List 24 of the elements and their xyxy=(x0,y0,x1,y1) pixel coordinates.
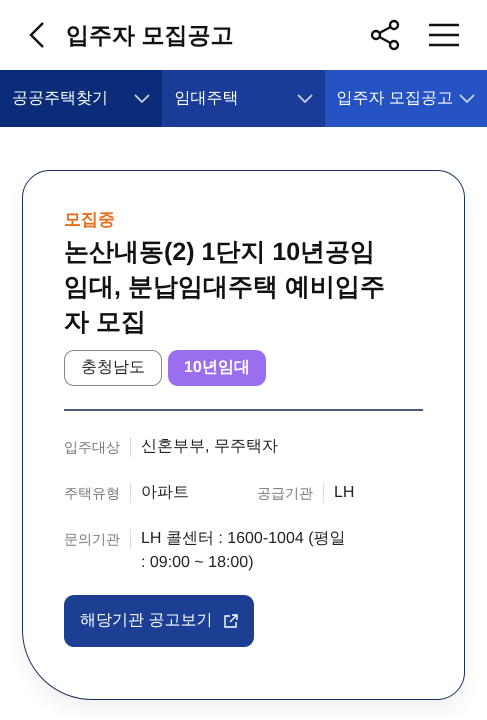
share-icon[interactable] xyxy=(369,19,401,51)
breadcrumb-dropdown[interactable]: 공공주택찾기 xyxy=(0,70,162,127)
info-label: 문의기관 xyxy=(64,529,131,549)
chevron-down-icon xyxy=(296,94,313,104)
menu-icon[interactable] xyxy=(429,23,459,47)
view-notice-button[interactable]: 해당기관 공고보기 xyxy=(64,595,254,647)
external-link-icon xyxy=(224,614,238,628)
chevron-down-icon xyxy=(458,94,475,104)
breadcrumb-dropdown[interactable]: 임대주택 xyxy=(162,70,325,127)
info-label: 주택유형 xyxy=(64,483,131,503)
info-value: LH xyxy=(333,483,356,503)
info-label: 공급기관 xyxy=(257,483,324,503)
info-value: 신혼부부, 무주택자 xyxy=(140,437,279,457)
info-value: 아파트 xyxy=(140,483,190,503)
info-value: LH 콜센터 : 1600-1004 (평일 : 09:00 ~ 18:00) xyxy=(140,529,347,573)
info-label: 입주대상 xyxy=(64,437,131,457)
back-button[interactable] xyxy=(28,21,46,49)
chevron-down-icon xyxy=(134,94,150,104)
status-label: 모집중 xyxy=(64,209,116,231)
region-tag: 10년임대 xyxy=(168,350,266,386)
breadcrumb-dropdown[interactable]: 입주자 모집공고 xyxy=(324,70,487,127)
notice-title: 논산내동(2) 1단지 10년공임임대, 분납임대주택 예비입주자 모집 xyxy=(64,237,386,338)
region-tag: 충청남도 xyxy=(64,350,162,386)
page-title: 입주자 모집공고 xyxy=(66,20,234,50)
